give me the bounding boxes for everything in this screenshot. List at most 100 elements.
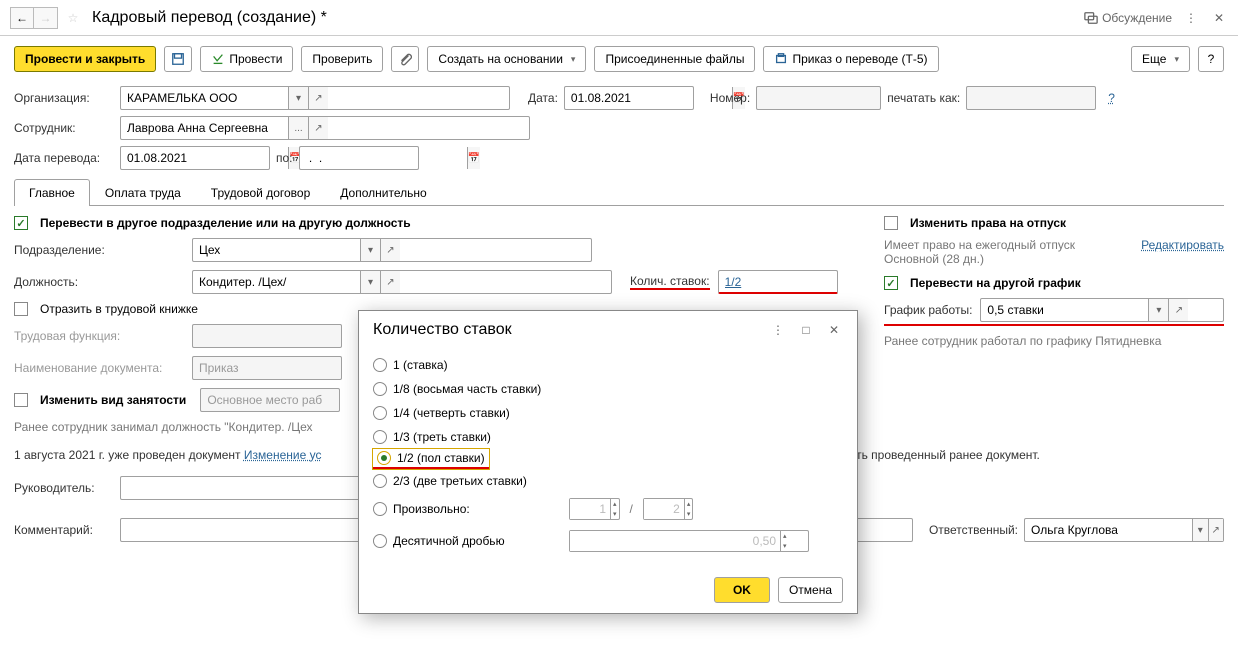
transfer-checkbox-label: Перевести в другое подразделение или на … <box>40 216 411 230</box>
den-up-icon[interactable]: ▴ <box>685 499 693 509</box>
org-open-icon[interactable]: ↗ <box>308 87 328 109</box>
more-button[interactable]: Еще <box>1131 46 1190 72</box>
modal-maximize-icon[interactable]: □ <box>797 321 815 339</box>
radio-1-8[interactable] <box>373 382 387 396</box>
org-label: Организация: <box>14 91 114 105</box>
post-and-close-button[interactable]: Провести и закрыть <box>14 46 156 72</box>
toolbar: Провести и закрыть Провести Проверить Со… <box>0 36 1238 82</box>
emptype-input <box>201 389 368 411</box>
discuss-icon[interactable]: Обсуждение <box>1084 9 1172 27</box>
tab-additional[interactable]: Дополнительно <box>325 179 441 206</box>
radio-1-3[interactable] <box>373 430 387 444</box>
schedule-checkbox-label: Перевести на другой график <box>910 276 1081 290</box>
tab-main[interactable]: Главное <box>14 179 90 206</box>
attach-button[interactable] <box>391 46 419 72</box>
close-window-icon[interactable]: ✕ <box>1210 9 1228 27</box>
dept-dropdown-icon[interactable]: ▾ <box>360 239 380 261</box>
change-doc-link[interactable]: Изменение ус <box>244 448 322 462</box>
dept-open-icon[interactable]: ↗ <box>380 239 400 261</box>
date-to-label: по: <box>276 151 293 165</box>
vacation-info-text: Имеет право на ежегодный отпуск Основной… <box>884 238 1131 266</box>
employee-label: Сотрудник: <box>14 121 114 135</box>
docname-label: Наименование документа: <box>14 361 184 375</box>
custom-numerator-input[interactable] <box>570 499 610 519</box>
modal-cancel-button[interactable]: Отмена <box>778 577 843 603</box>
print-as-help-icon[interactable]: ? <box>1108 91 1115 105</box>
radio-custom[interactable] <box>373 502 387 516</box>
docname-input <box>193 357 360 379</box>
employee-input[interactable] <box>121 117 288 139</box>
print-as-label: печатать как: <box>887 91 960 105</box>
check-button[interactable]: Проверить <box>301 46 383 72</box>
vacation-rights-checkbox[interactable] <box>884 216 898 230</box>
position-open-icon[interactable]: ↗ <box>380 271 400 293</box>
forward-button[interactable]: → <box>34 7 58 29</box>
rate-count-modal: Количество ставок ⋮ □ ✕ 1 (ставка) 1/8 (… <box>358 310 858 614</box>
employee-open-icon[interactable]: ↗ <box>308 117 328 139</box>
modal-close-icon[interactable]: ✕ <box>825 321 843 339</box>
vacation-rights-label: Изменить права на отпуск <box>910 216 1066 230</box>
custom-denominator-input[interactable] <box>644 499 684 519</box>
position-input[interactable] <box>193 271 360 293</box>
responsible-input[interactable] <box>1025 519 1192 541</box>
radio-1-4[interactable] <box>373 406 387 420</box>
decimal-input[interactable] <box>570 531 780 551</box>
tab-contract[interactable]: Трудовой договор <box>196 179 325 206</box>
transfer-date-input[interactable] <box>121 147 288 169</box>
employee-select-icon[interactable]: ... <box>288 117 308 139</box>
schedule-open-icon[interactable]: ↗ <box>1168 299 1188 321</box>
schedule-checkbox[interactable]: ✓ <box>884 276 898 290</box>
attached-files-button[interactable]: Присоединенные файлы <box>594 46 755 72</box>
dec-up-icon[interactable]: ▴ <box>781 531 789 541</box>
post-button[interactable]: Провести <box>200 46 293 72</box>
help-button[interactable]: ? <box>1198 46 1224 72</box>
favorite-star-icon[interactable]: ☆ <box>62 7 84 29</box>
radio-1-2[interactable] <box>377 451 391 465</box>
org-input[interactable] <box>121 87 288 109</box>
edit-link[interactable]: Редактировать <box>1141 238 1224 252</box>
right-column: Изменить права на отпуск Имеет право на … <box>884 216 1224 434</box>
date-input[interactable] <box>565 87 732 109</box>
position-dropdown-icon[interactable]: ▾ <box>360 271 380 293</box>
responsible-open-icon[interactable]: ↗ <box>1208 519 1224 541</box>
tab-payment[interactable]: Оплата труда <box>90 179 196 206</box>
page-title: Кадровый перевод (создание) * <box>92 9 327 27</box>
back-button[interactable]: ← <box>10 7 34 29</box>
num-down-icon[interactable]: ▾ <box>611 509 619 519</box>
radio-2-3[interactable] <box>373 474 387 488</box>
workbook-checkbox[interactable] <box>14 302 28 316</box>
responsible-dropdown-icon[interactable]: ▾ <box>1192 519 1208 541</box>
transfer-checkbox[interactable]: ✓ <box>14 216 28 230</box>
dept-label: Подразделение: <box>14 243 184 257</box>
dept-input[interactable] <box>193 239 360 261</box>
schedule-label: График работы: <box>884 303 972 317</box>
den-down-icon[interactable]: ▾ <box>685 509 693 519</box>
create-based-on-button[interactable]: Создать на основании <box>427 46 586 72</box>
org-dropdown-icon[interactable]: ▾ <box>288 87 308 109</box>
modal-title: Количество ставок <box>373 321 512 339</box>
manager-input[interactable] <box>121 477 288 499</box>
transfer-order-button[interactable]: Приказ о переводе (Т-5) <box>763 46 938 72</box>
save-button[interactable] <box>164 46 192 72</box>
modal-ok-button[interactable]: OK <box>714 577 770 603</box>
transfer-date-label: Дата перевода: <box>14 151 114 165</box>
kebab-menu-icon[interactable]: ⋮ <box>1182 9 1200 27</box>
date-to-input[interactable] <box>300 147 467 169</box>
emptype-checkbox-label: Изменить вид занятости <box>40 393 186 407</box>
prev-schedule-text: Ранее сотрудник работал по графику Пятид… <box>884 334 1224 348</box>
num-up-icon[interactable]: ▴ <box>611 499 619 509</box>
radio-1[interactable] <box>373 358 387 372</box>
rate-count-input[interactable] <box>719 271 886 292</box>
comment-input[interactable] <box>121 519 288 541</box>
date-label: Дата: <box>528 91 558 105</box>
tabs: Главное Оплата труда Трудовой договор До… <box>14 178 1224 206</box>
workbook-checkbox-label: Отразить в трудовой книжке <box>40 302 198 316</box>
dec-down-icon[interactable]: ▾ <box>781 541 789 551</box>
schedule-input[interactable] <box>981 299 1148 321</box>
radio-decimal[interactable] <box>373 534 387 548</box>
discuss-label: Обсуждение <box>1102 11 1172 25</box>
date-to-calendar-icon[interactable]: 📅 <box>467 147 480 169</box>
emptype-checkbox[interactable] <box>14 393 28 407</box>
modal-kebab-icon[interactable]: ⋮ <box>769 321 787 339</box>
schedule-dropdown-icon[interactable]: ▾ <box>1148 299 1168 321</box>
